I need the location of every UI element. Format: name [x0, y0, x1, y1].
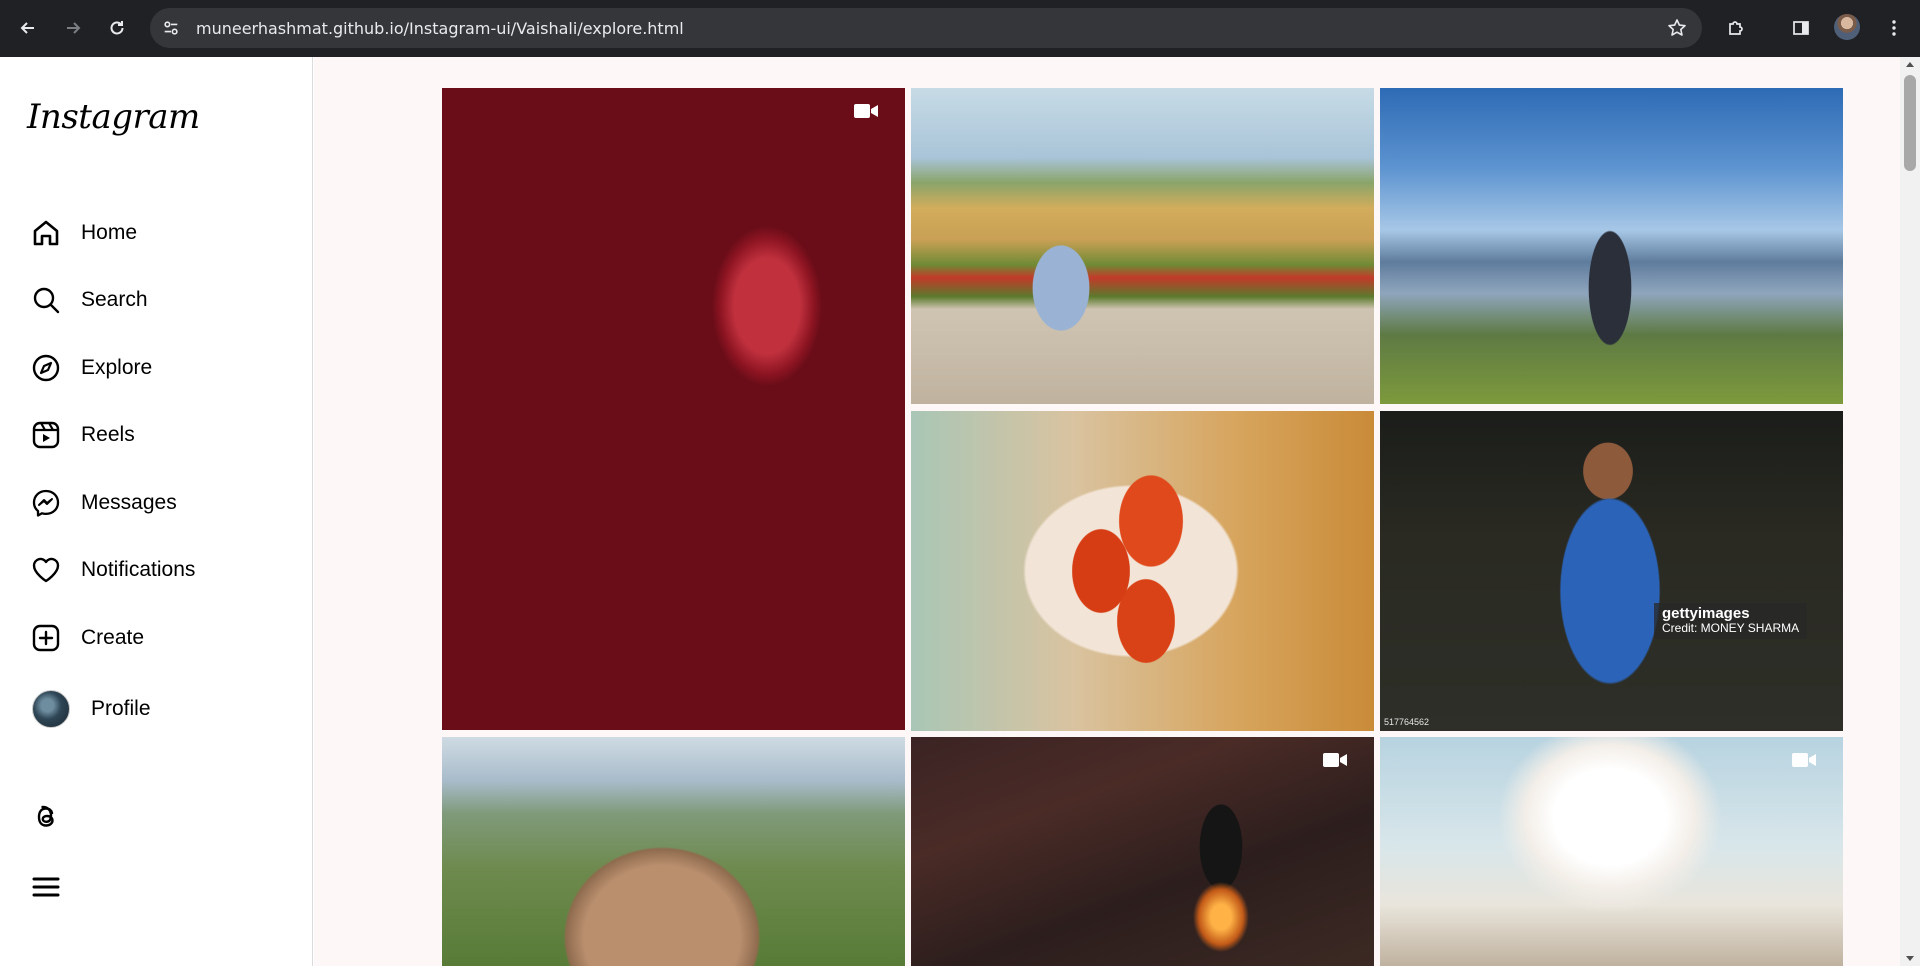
- reload-icon: [110, 21, 124, 35]
- side-panel-icon: [1793, 21, 1809, 35]
- sidebar: Instagram Home Search Explore Reels Mess…: [0, 57, 313, 966]
- sidebar-item-profile[interactable]: Profile: [32, 687, 151, 731]
- home-icon: [30, 217, 62, 249]
- instagram-logo[interactable]: Instagram: [27, 97, 200, 137]
- search-icon: [30, 284, 62, 316]
- threads-icon: [37, 805, 54, 827]
- sidebar-item-reels[interactable]: Reels: [30, 413, 135, 457]
- sidebar-item-home[interactable]: Home: [30, 211, 137, 255]
- sidebar-item-label: Home: [81, 221, 138, 244]
- reload-button[interactable]: [103, 14, 131, 42]
- arrow-right-icon: [67, 22, 81, 34]
- explore-tile[interactable]: [911, 737, 1374, 966]
- address-bar[interactable]: muneerhashmat.github.io/Instagram-ui/Vai…: [150, 8, 1702, 48]
- threads-button[interactable]: [30, 801, 62, 833]
- messenger-icon: [30, 487, 62, 519]
- scroll-up-arrow-icon[interactable]: [1906, 62, 1914, 67]
- sidebar-item-create[interactable]: Create: [30, 616, 144, 660]
- extensions-button[interactable]: [1722, 14, 1750, 42]
- explore-tile[interactable]: gettyimages Credit: MONEY SHARMA 5177645…: [1380, 411, 1843, 731]
- heart-icon: [30, 554, 62, 586]
- compass-icon: [30, 352, 62, 384]
- site-info-button[interactable]: [160, 17, 182, 39]
- sidebar-item-label: Search: [81, 288, 148, 311]
- more-button[interactable]: [30, 871, 62, 903]
- sidebar-item-label: Reels: [81, 423, 135, 446]
- puzzle-icon: [1729, 21, 1743, 35]
- watermark-brand: gettyimages: [1662, 605, 1750, 622]
- watermark: gettyimages Credit: MONEY SHARMA: [1654, 603, 1808, 639]
- video-icon: [854, 104, 878, 118]
- watermark-credit: Credit: MONEY SHARMA: [1662, 621, 1800, 635]
- sidebar-item-notifications[interactable]: Notifications: [30, 548, 195, 592]
- plus-square-icon: [30, 622, 62, 654]
- explore-tile[interactable]: [911, 88, 1374, 404]
- video-icon: [1792, 753, 1816, 767]
- explore-tile[interactable]: [442, 88, 905, 730]
- reels-icon: [30, 419, 62, 451]
- browser-menu-button[interactable]: [1880, 14, 1908, 42]
- explore-tile[interactable]: [911, 411, 1374, 731]
- star-icon: [1668, 19, 1686, 36]
- arrow-left-icon: [20, 22, 34, 34]
- explore-tile[interactable]: [442, 737, 905, 966]
- avatar: [32, 690, 70, 728]
- sidebar-item-label: Create: [81, 626, 145, 649]
- scroll-down-arrow-icon[interactable]: [1906, 956, 1914, 961]
- sidebar-item-label: Notifications: [81, 558, 196, 581]
- back-button[interactable]: [14, 14, 42, 42]
- sidebar-item-label: Profile: [91, 697, 151, 720]
- sidebar-item-search[interactable]: Search: [30, 278, 148, 322]
- page-scrollbar[interactable]: [1900, 57, 1920, 966]
- forward-button[interactable]: [59, 14, 87, 42]
- explore-tile[interactable]: [1380, 737, 1843, 966]
- explore-grid: gettyimages Credit: MONEY SHARMA 5177645…: [314, 57, 1900, 966]
- kebab-menu-icon: [1892, 20, 1896, 36]
- bookmark-button[interactable]: [1666, 17, 1688, 39]
- browser-toolbar: muneerhashmat.github.io/Instagram-ui/Vai…: [0, 0, 1920, 57]
- video-icon: [1323, 753, 1347, 767]
- browser-profile-avatar[interactable]: [1834, 14, 1860, 40]
- sidebar-item-label: Messages: [81, 491, 177, 514]
- explore-tile[interactable]: [1380, 88, 1843, 404]
- sidebar-item-label: Explore: [81, 356, 153, 379]
- url-text[interactable]: muneerhashmat.github.io/Instagram-ui/Vai…: [196, 19, 684, 38]
- hamburger-menu-icon: [32, 877, 60, 897]
- scrollbar-thumb[interactable]: [1904, 75, 1916, 171]
- side-panel-button[interactable]: [1787, 14, 1815, 42]
- image-id: 517764562: [1384, 717, 1430, 727]
- sidebar-item-explore[interactable]: Explore: [30, 346, 152, 390]
- tune-icon: [164, 21, 178, 35]
- sidebar-item-messages[interactable]: Messages: [30, 481, 177, 525]
